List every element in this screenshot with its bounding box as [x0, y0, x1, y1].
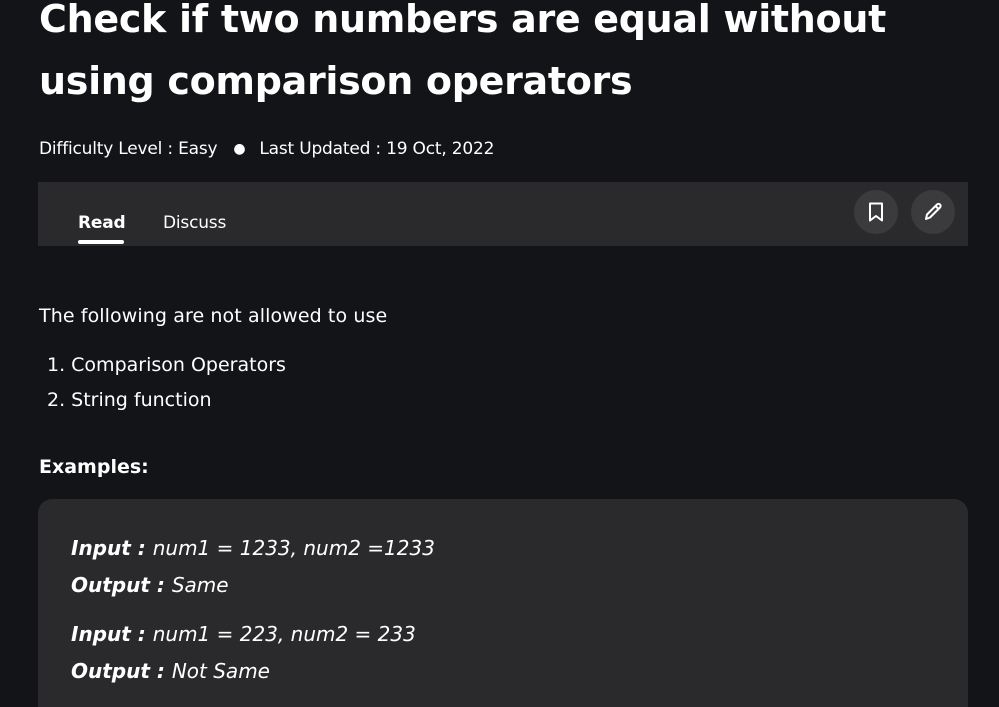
edit-button[interactable] — [911, 190, 955, 234]
example-output: Output : Not Same — [71, 658, 270, 684]
list-item: 1. Comparison Operators — [47, 354, 286, 376]
rules-list: 1. Comparison Operators 2. String functi… — [47, 352, 286, 422]
input-label: Input : — [71, 536, 153, 560]
tab-read[interactable]: Read — [78, 210, 126, 236]
output-label: Output : — [71, 659, 172, 683]
bookmark-button[interactable] — [854, 190, 898, 234]
article-tab-bar: Read Discuss — [38, 182, 968, 246]
updated-label: Last Updated : — [259, 139, 387, 159]
examples-box: Input : num1 = 1233, num2 =1233 Output :… — [38, 499, 968, 707]
meta-separator: ● — [233, 141, 246, 157]
difficulty-value: Easy — [178, 139, 218, 159]
output-value: Not Same — [171, 659, 270, 683]
article-page: Check if two numbers are equal without u… — [0, 0, 999, 707]
bookmark-icon — [869, 202, 883, 222]
example-input: Input : num1 = 223, num2 = 233 — [71, 621, 416, 647]
updated-value: 19 Oct, 2022 — [386, 139, 495, 159]
example-output: Output : Same — [71, 572, 229, 598]
example-input: Input : num1 = 1233, num2 =1233 — [71, 535, 435, 561]
input-value: num1 = 1233, num2 =1233 — [152, 536, 435, 560]
active-tab-indicator — [78, 240, 124, 244]
list-item: 2. String function — [47, 389, 212, 411]
input-label: Input : — [71, 622, 153, 646]
article-meta: Difficulty Level : Easy ● Last Updated : 1… — [39, 138, 494, 160]
difficulty-label: Difficulty Level : — [39, 139, 179, 159]
page-title: Check if two numbers are equal without u… — [39, 0, 886, 103]
intro-text: The following are not allowed to use — [39, 305, 388, 327]
tab-discuss[interactable]: Discuss — [163, 210, 226, 236]
examples-heading: Examples: — [39, 456, 149, 478]
output-label: Output : — [71, 573, 172, 597]
output-value: Same — [171, 573, 229, 597]
input-value: num1 = 223, num2 = 233 — [152, 622, 416, 646]
pencil-icon — [925, 202, 942, 220]
